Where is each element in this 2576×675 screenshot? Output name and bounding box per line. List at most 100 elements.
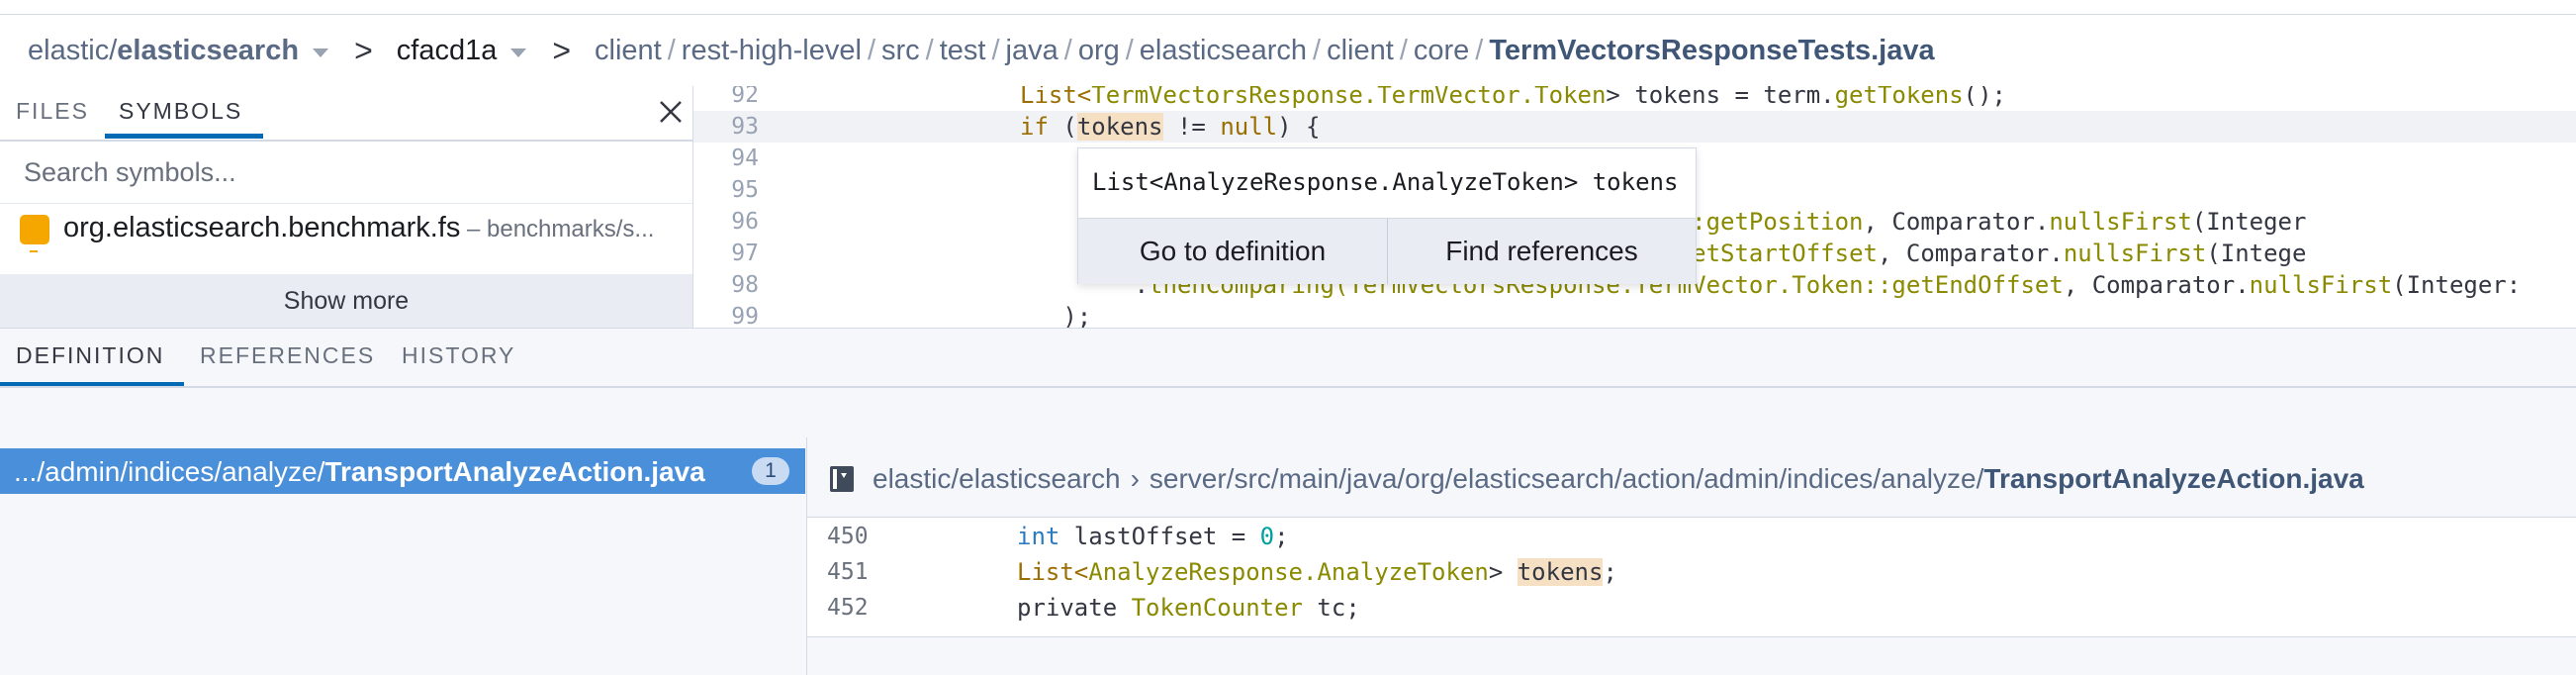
code-token: ( xyxy=(1048,113,1077,141)
find-references-button[interactable]: Find references xyxy=(1388,219,1696,284)
result-header-path: server/src/main/java/org/elasticsearch/a… xyxy=(1149,463,1984,494)
repository-icon xyxy=(830,466,854,492)
breadcrumb-path-segment[interactable]: src xyxy=(881,35,920,66)
code-line: 92 List<TermVectorsResponse.TermVector.To… xyxy=(693,86,2576,111)
line-number[interactable]: 99 xyxy=(693,304,759,328)
line-number[interactable]: 92 xyxy=(693,86,759,108)
tab-references[interactable]: REFERENCES xyxy=(200,342,375,369)
breadcrumb-org[interactable]: elastic xyxy=(28,35,109,67)
symbol-list-item[interactable]: org.elasticsearch.benchmark.fs – benchma… xyxy=(0,205,692,252)
code-token: tc; xyxy=(1302,594,1360,622)
line-number[interactable]: 452 xyxy=(827,595,869,621)
highlighted-token[interactable]: tokens xyxy=(1517,558,1604,586)
result-file-item[interactable]: .../admin/indices/analyze/TransportAnaly… xyxy=(0,448,805,494)
breadcrumb-sep: / xyxy=(109,34,118,66)
breadcrumb-path-segment[interactable]: org xyxy=(1078,35,1120,66)
code-token: AnalyzeResponse.AnalyzeToken xyxy=(1088,558,1489,586)
breadcrumb-bar: elastic / elasticsearch > cfacd1a > clie… xyxy=(0,14,2576,87)
line-text: List<TermVectorsResponse.TermVector.Toke… xyxy=(1020,86,2006,109)
breadcrumb-path-segment[interactable]: test xyxy=(940,35,986,66)
line-text: if (tokens != null) { xyxy=(1020,113,1320,141)
line-number[interactable]: 451 xyxy=(827,559,869,585)
breadcrumb-chevron: > xyxy=(354,32,373,68)
tab-symbols[interactable]: SYMBOLS xyxy=(119,98,242,125)
code-token: getStartOffset xyxy=(1677,240,1878,267)
highlighted-token[interactable]: tokens xyxy=(1076,113,1163,141)
breadcrumb-path-segment[interactable]: java xyxy=(1006,35,1058,66)
line-text: ); xyxy=(1020,303,1091,328)
breadcrumb-path-segment[interactable]: rest-high-level xyxy=(682,35,862,66)
popover-signature: List<AnalyzeResponse.AnalyzeToken> token… xyxy=(1092,168,1679,196)
symbol-panel: FILES SYMBOLS org.elasticsearch.benchmar… xyxy=(0,86,693,328)
code-token: > xyxy=(1488,558,1518,586)
code-token: TermVectorsResponse.TermVector.Token xyxy=(1091,86,1607,109)
code-token: null xyxy=(1220,113,1278,141)
result-code-line: 450 int lastOffset = 0; xyxy=(807,518,2576,553)
line-number[interactable]: 96 xyxy=(693,209,759,235)
code-token: List< xyxy=(1020,86,1092,109)
code-token: getTokens xyxy=(1834,86,1964,109)
symbol-name: org.elasticsearch.benchmark.fs xyxy=(63,212,461,243)
search-symbols-input[interactable] xyxy=(0,145,683,199)
line-text: int lastOffset = 0; xyxy=(1017,523,1289,550)
tab-files[interactable]: FILES xyxy=(16,98,89,125)
revision-selector[interactable]: cfacd1a xyxy=(397,35,498,67)
breadcrumb-repo[interactable]: elasticsearch xyxy=(117,35,299,67)
line-text: private TokenCounter tc; xyxy=(1017,594,1360,622)
breadcrumb-sep: / xyxy=(1475,34,1484,66)
code-token: ) { xyxy=(1277,113,1321,141)
code-token: (Integer xyxy=(2191,208,2307,236)
line-number[interactable]: 98 xyxy=(693,272,759,298)
repo-dropdown-caret-icon[interactable] xyxy=(313,48,329,57)
result-code-line: 451 List<AnalyzeResponse.AnalyzeToken> to… xyxy=(807,553,2576,589)
tab-history[interactable]: HISTORY xyxy=(402,342,515,369)
code-token: > tokens = term. xyxy=(1606,86,1835,109)
breadcrumb-sep: / xyxy=(991,34,1000,66)
line-number[interactable]: 93 xyxy=(693,114,759,140)
breadcrumb-sep: / xyxy=(925,34,934,66)
code-token: private xyxy=(1017,594,1132,622)
code-line: 93 if (tokens != null) { xyxy=(693,111,2576,143)
result-header-sep: › xyxy=(1130,463,1140,494)
go-to-definition-button[interactable]: Go to definition xyxy=(1078,219,1388,284)
breadcrumb-path-segment[interactable]: client xyxy=(1327,35,1394,66)
code-token: int xyxy=(1017,523,1060,550)
breadcrumb-file[interactable]: TermVectorsResponseTests.java xyxy=(1489,35,1934,67)
code-token: , Comparator. xyxy=(2063,271,2250,299)
line-number[interactable]: 97 xyxy=(693,241,759,266)
breadcrumb-path-segment[interactable]: elasticsearch xyxy=(1140,35,1307,66)
code-token: getEndOffset xyxy=(1891,271,2064,299)
result-count-badge: 1 xyxy=(752,457,789,485)
code-token: , Comparator. xyxy=(1877,240,2064,267)
symbol-path: – benchmarks/s... xyxy=(467,216,655,242)
active-tab-indicator xyxy=(105,134,263,139)
code-token: 0 xyxy=(1259,523,1275,550)
breadcrumb-path-segment[interactable]: core xyxy=(1414,35,1469,66)
panel-tabs: FILES SYMBOLS xyxy=(0,86,692,142)
code-token: ; xyxy=(1274,523,1289,550)
package-icon xyxy=(30,250,38,252)
result-header-repo: elastic/elasticsearch xyxy=(873,463,1121,494)
code-token: getPosition xyxy=(1705,208,1864,236)
result-header[interactable]: elastic/elasticsearch › server/src/main/… xyxy=(829,459,2364,499)
result-code[interactable]: 450 int lastOffset = 0; 451 List<AnalyzeRes… xyxy=(807,517,2576,637)
code-token: lastOffset = xyxy=(1059,523,1260,550)
breadcrumb-sep: / xyxy=(1063,34,1072,66)
result-code-line: 452 private TokenCounter tc; xyxy=(807,589,2576,625)
divider xyxy=(0,140,692,142)
code-token: (Integer: xyxy=(2392,271,2522,299)
result-preview: elastic/elasticsearch › server/src/main/… xyxy=(806,437,2576,675)
line-number[interactable]: 95 xyxy=(693,177,759,203)
revision-dropdown-caret-icon[interactable] xyxy=(510,48,527,57)
breadcrumb-path-segment[interactable]: client xyxy=(595,35,662,66)
package-icon xyxy=(20,215,49,244)
code-token: nullsFirst xyxy=(2049,208,2192,236)
line-number[interactable]: 450 xyxy=(827,524,869,549)
divider xyxy=(0,203,692,204)
close-icon[interactable] xyxy=(655,96,687,128)
breadcrumb-sep: / xyxy=(667,34,676,66)
show-more-button[interactable]: Show more xyxy=(0,274,692,328)
hover-popover: List<AnalyzeResponse.AnalyzeToken> token… xyxy=(1077,147,1697,284)
line-number[interactable]: 94 xyxy=(693,145,759,171)
tab-definition[interactable]: DEFINITION xyxy=(16,342,164,369)
